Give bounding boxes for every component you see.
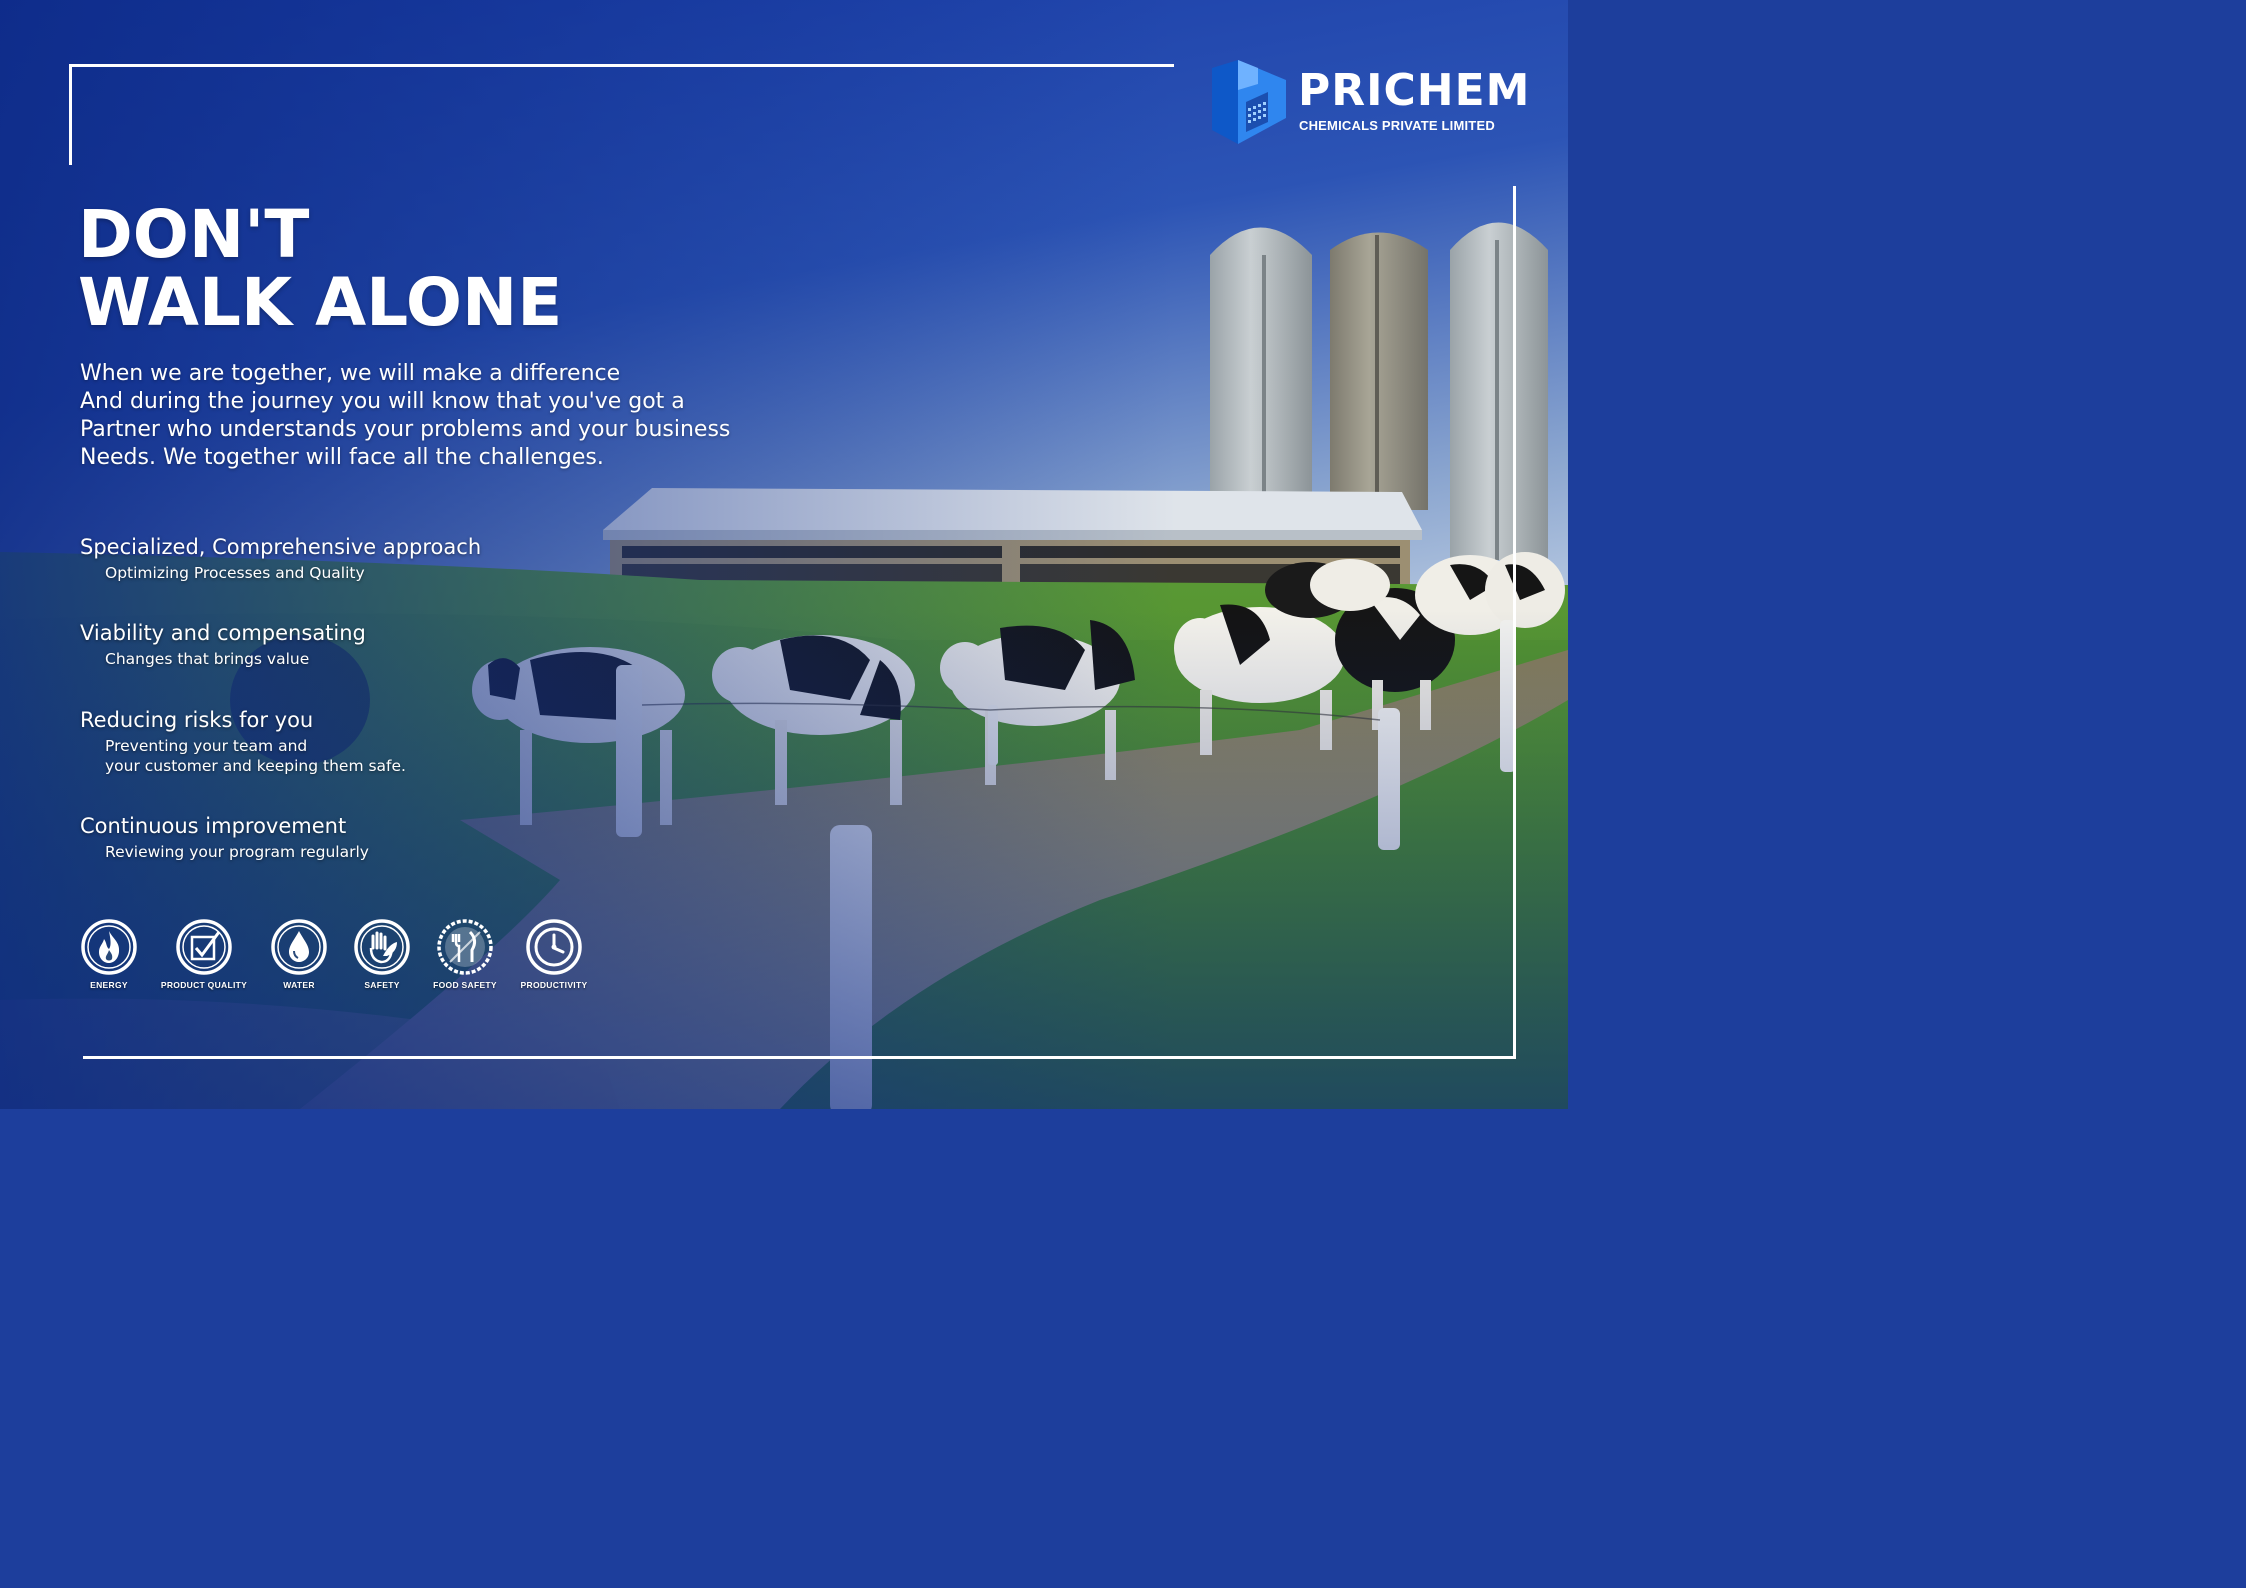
intro-line: When we are together, we will make a dif… [80, 361, 621, 386]
feature-reducing-risks: Reducing risks for you Preventing your t… [80, 707, 600, 776]
feature-viability: Viability and compensating Changes that … [80, 620, 600, 669]
feature-title: Continuous improvement [80, 814, 347, 838]
quality-check-icon [176, 919, 232, 975]
fork-knife-icon [437, 919, 493, 975]
intro-paragraph: When we are together, we will make a dif… [80, 360, 800, 472]
feature-title: Reducing risks for you [80, 708, 314, 732]
hand-leaf-icon [354, 919, 410, 975]
icon-item-product-quality: PRODUCT QUALITY [149, 918, 259, 998]
feature-description: Preventing your team and [105, 737, 308, 755]
frame-top-line [69, 64, 1174, 67]
feature-title: Specialized, Comprehensive approach [80, 535, 482, 559]
flame-icon [81, 919, 137, 975]
feature-description: Changes that brings value [105, 650, 310, 668]
icon-label: ENERGY [90, 980, 128, 990]
frame-bottom-line [83, 1056, 1516, 1059]
intro-line: Partner who understands your problems an… [80, 417, 731, 442]
water-drop-icon [271, 919, 327, 975]
feature-title: Viability and compensating [80, 621, 366, 645]
icon-item-energy: ENERGY [54, 918, 164, 998]
intro-line: And during the journey you will know tha… [80, 389, 685, 414]
icon-label: PRODUCT QUALITY [160, 980, 248, 990]
headline-line-2: WALK ALONE [78, 264, 563, 341]
frame-left-line [69, 64, 72, 165]
feature-continuous-improvement: Continuous improvement Reviewing your pr… [80, 813, 600, 862]
poster: PRICHEM CHEMICALS PRIVATE LIMITED DON'T … [0, 0, 1568, 1109]
company-logo: PRICHEM CHEMICALS PRIVATE LIMITED [1208, 58, 1531, 148]
clock-icon [526, 919, 582, 975]
prichem-logo-mark-icon [1212, 60, 1286, 144]
feature-description: your customer and keeping them safe. [105, 757, 406, 775]
frame-right-line [1513, 186, 1516, 1059]
icon-label: PRODUCTIVITY [520, 980, 588, 990]
headline-line-1: DON'T [78, 196, 310, 273]
logo-wordmark: PRICHEM [1298, 65, 1531, 116]
feature-description: Reviewing your program regularly [105, 843, 369, 861]
icon-item-productivity: PRODUCTIVITY [499, 918, 609, 998]
feature-specialized-approach: Specialized, Comprehensive approach Opti… [80, 534, 600, 583]
intro-line: Needs. We together will face all the cha… [80, 445, 604, 470]
feature-description: Optimizing Processes and Quality [105, 564, 365, 582]
logo-tagline: CHEMICALS PRIVATE LIMITED [1299, 118, 1495, 133]
